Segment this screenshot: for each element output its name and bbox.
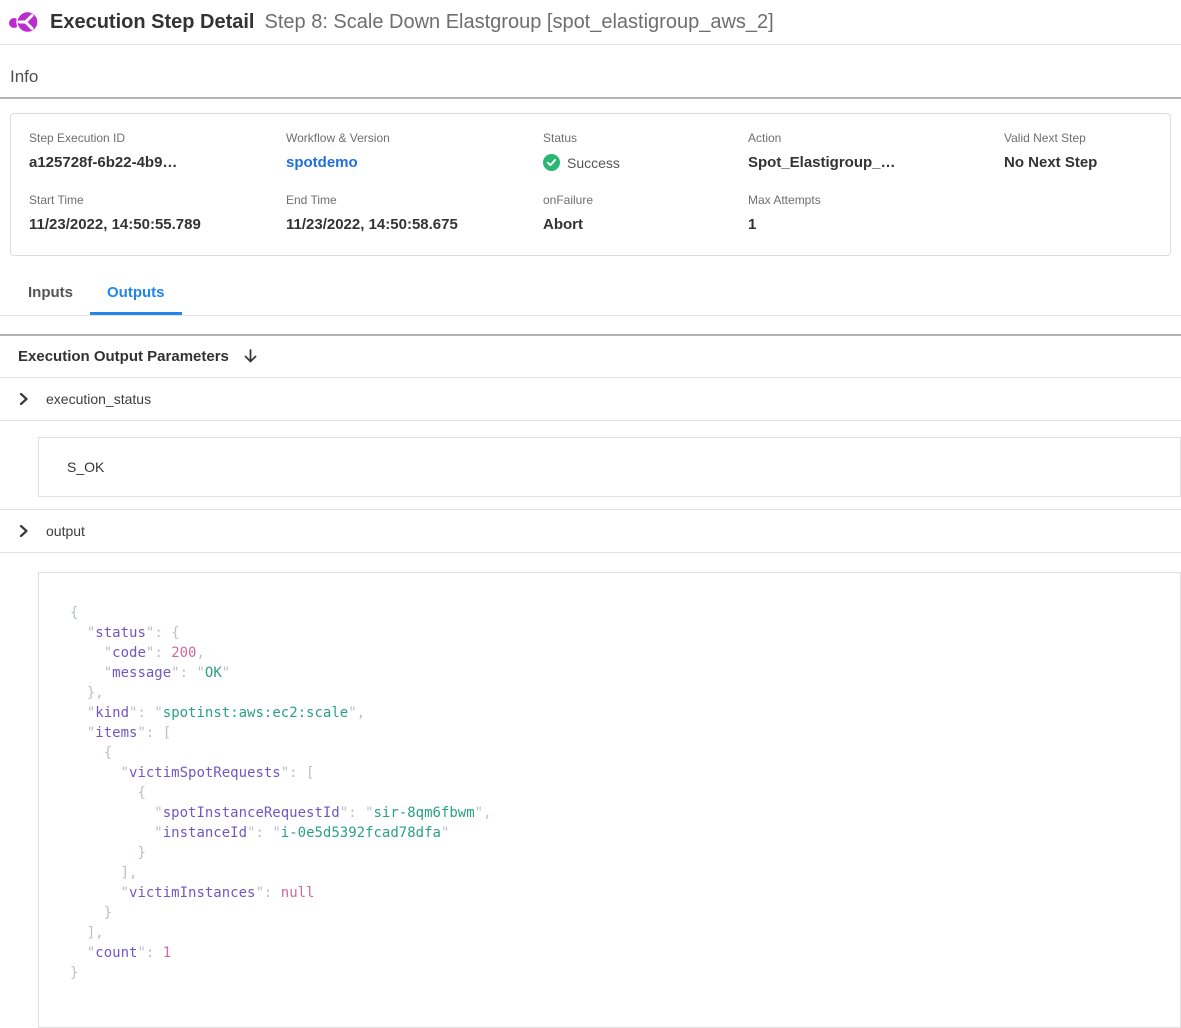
execution-status-value: S_OK <box>67 459 104 475</box>
field-label: Action <box>748 131 1004 145</box>
field-label: End Time <box>286 193 543 207</box>
field-label: Valid Next Step <box>1004 131 1152 145</box>
row-divider <box>0 552 1181 553</box>
output-value-box: { "status": { "code": 200, "message": "O… <box>38 572 1181 1028</box>
info-section-heading: Info <box>10 67 1181 87</box>
output-json-code: { "status": { "code": 200, "message": "O… <box>70 603 1160 983</box>
info-card: Step Execution ID a125728f-6b22-4b9… Wor… <box>10 113 1171 256</box>
param-name: execution_status <box>46 391 151 407</box>
field-label: Status <box>543 131 748 145</box>
field-workflow-version: Workflow & Version spotdemo <box>286 131 543 171</box>
field-value: 11/23/2022, 14:50:58.675 <box>286 216 543 233</box>
chevron-right-icon[interactable] <box>18 525 30 537</box>
execution-status-value-box: S_OK <box>38 437 1181 497</box>
app-logo-icon <box>8 7 40 37</box>
field-step-execution-id: Step Execution ID a125728f-6b22-4b9… <box>29 131 286 171</box>
field-value: Abort <box>543 216 748 233</box>
field-label: Workflow & Version <box>286 131 543 145</box>
success-check-icon <box>543 154 560 171</box>
field-value: 11/23/2022, 14:50:55.789 <box>29 216 286 233</box>
field-valid-next-step: Valid Next Step No Next Step <box>1004 131 1152 171</box>
field-max-attempts: Max Attempts 1 <box>748 193 1004 233</box>
row-divider <box>0 420 1181 421</box>
field-value: No Next Step <box>1004 154 1152 171</box>
execution-output-parameters-header: Execution Output Parameters <box>0 336 1181 377</box>
params-title: Execution Output Parameters <box>18 348 229 365</box>
field-label: Max Attempts <box>748 193 1004 207</box>
app-header: Execution Step Detail Step 8: Scale Down… <box>0 0 1181 45</box>
field-value: 1 <box>748 216 1004 233</box>
field-start-time: Start Time 11/23/2022, 14:50:55.789 <box>29 193 286 233</box>
field-on-failure: onFailure Abort <box>543 193 748 233</box>
field-value: a125728f-6b22-4b9… <box>29 154 286 171</box>
field-label: Start Time <box>29 193 286 207</box>
param-row-output[interactable]: output <box>0 510 1181 552</box>
field-label: Step Execution ID <box>29 131 286 145</box>
workflow-link[interactable]: spotdemo <box>286 154 543 171</box>
download-arrow-icon[interactable] <box>243 349 258 365</box>
tab-outputs[interactable]: Outputs <box>90 276 182 315</box>
param-name: output <box>46 523 85 539</box>
field-status: Status Success <box>543 131 748 171</box>
field-value: Spot_Elastigroup_… <box>748 154 1004 171</box>
tab-inputs[interactable]: Inputs <box>11 276 90 315</box>
chevron-right-icon[interactable] <box>18 393 30 405</box>
status-text: Success <box>567 155 620 171</box>
field-action: Action Spot_Elastigroup_… <box>748 131 1004 171</box>
param-row-execution-status[interactable]: execution_status <box>0 378 1181 420</box>
tab-bar: Inputs Outputs <box>0 276 1181 316</box>
page-subtitle: Step 8: Scale Down Elastgroup [spot_elas… <box>265 11 774 34</box>
info-divider <box>0 97 1181 99</box>
field-label: onFailure <box>543 193 748 207</box>
field-end-time: End Time 11/23/2022, 14:50:58.675 <box>286 193 543 233</box>
page-title: Execution Step Detail <box>50 11 255 34</box>
